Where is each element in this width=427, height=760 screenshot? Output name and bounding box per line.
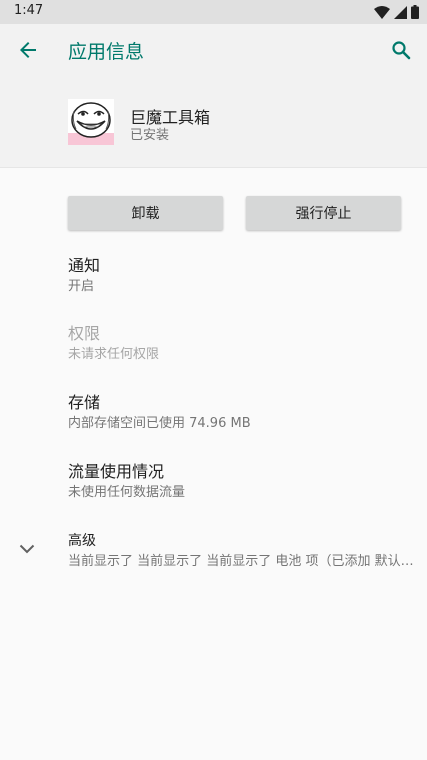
status-icons (374, 4, 419, 20)
uninstall-button[interactable]: 卸载 (68, 196, 223, 230)
back-arrow-icon (20, 42, 36, 58)
troll-face-icon (68, 99, 114, 145)
app-bar: 应用信息 (0, 24, 427, 76)
back-button[interactable] (10, 32, 46, 68)
pref-summary: 未使用任何数据流量 (68, 485, 186, 500)
app-install-status: 已安装 (130, 128, 170, 143)
pref-title: 高级 (68, 533, 96, 549)
pref-summary: 内部存储空间已使用 74.96 MB (68, 416, 251, 431)
pref-advanced[interactable]: 高级 当前显示了 当前显示了 当前显示了 电池 项（已添加 默认应用） (68, 531, 416, 571)
pref-summary: 未请求任何权限 (68, 347, 160, 362)
expand-more-icon[interactable] (14, 536, 40, 562)
app-icon (68, 99, 114, 145)
pref-notifications[interactable]: 通知 开启 (68, 256, 413, 296)
pref-title: 通知 (68, 256, 101, 275)
pref-summary: 当前显示了 当前显示了 当前显示了 电池 项（已添加 默认应用） (68, 554, 416, 569)
status-bar: 1:47 (0, 0, 427, 24)
pref-storage[interactable]: 存储 内部存储空间已使用 74.96 MB (68, 393, 413, 433)
signal-icon (394, 5, 407, 19)
app-header: 巨魔工具箱 已安装 (0, 76, 427, 168)
pref-title: 存储 (68, 393, 101, 412)
battery-icon (411, 5, 419, 19)
wifi-icon (374, 5, 390, 19)
pref-permissions: 权限 未请求任何权限 (68, 324, 413, 364)
page-title: 应用信息 (68, 41, 145, 63)
search-button[interactable] (383, 32, 419, 68)
search-icon (392, 41, 411, 60)
force-stop-button[interactable]: 强行停止 (246, 196, 401, 230)
pref-data-usage[interactable]: 流量使用情况 未使用任何数据流量 (68, 462, 413, 502)
status-time: 1:47 (14, 3, 44, 18)
pref-title: 流量使用情况 (68, 462, 165, 481)
pref-title: 权限 (68, 324, 101, 343)
pref-summary: 开启 (68, 279, 95, 294)
